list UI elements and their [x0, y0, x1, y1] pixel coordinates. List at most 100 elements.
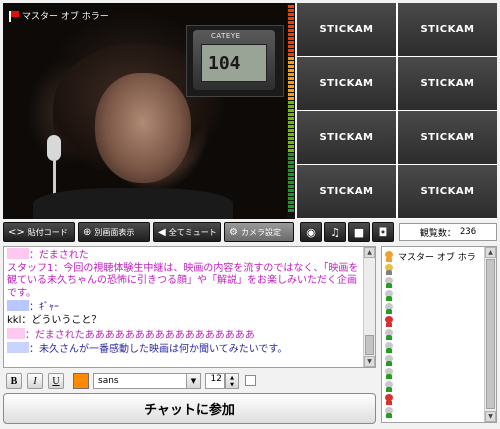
text-color-picker[interactable]	[73, 373, 89, 389]
user-list-item[interactable]	[384, 380, 398, 393]
viewer-camera-slot[interactable]: STICKAM	[398, 57, 497, 110]
chat-username-hidden[interactable]	[7, 248, 29, 259]
viewer-count-label: 観覧数：	[419, 228, 456, 239]
meter-segment	[288, 113, 294, 116]
meter-segment	[288, 13, 294, 16]
speaker-icon: ◀	[158, 226, 166, 238]
mute-all-label: 全てミュート	[168, 227, 217, 237]
bold-button[interactable]: B	[6, 373, 22, 389]
user-list-item[interactable]	[384, 289, 398, 302]
user-avatar-icon	[384, 290, 394, 301]
viewer-camera-slot[interactable]: STICKAM	[398, 165, 497, 218]
meter-segment	[288, 149, 294, 152]
stepper-up-icon[interactable]: ▲	[226, 374, 238, 381]
chat-message-text: ：ｷﾞｬｰ	[29, 302, 59, 314]
stickam-logo: STICKAM	[319, 132, 374, 143]
meter-segment	[288, 65, 294, 68]
meter-segment	[288, 41, 294, 44]
join-chat-button[interactable]: チャットに参加	[3, 393, 376, 424]
user-list-item[interactable]	[384, 315, 398, 328]
chat-message: ：だまされたあああああああああああああああああ	[7, 327, 362, 343]
viewer-camera-slot[interactable]: STICKAM	[297, 111, 396, 164]
meter-segment	[288, 61, 294, 64]
user-list-item[interactable]	[384, 328, 398, 341]
video-face	[95, 73, 191, 183]
chat-username-hidden[interactable]	[7, 342, 29, 354]
meter-segment	[288, 197, 294, 200]
meter-segment	[288, 189, 294, 192]
chat-log[interactable]: ：だまされた スタッフ1：今回の視聴体験生中継は、映画の内容を流すのではなく、「映…	[3, 246, 376, 368]
chat-scrollbar[interactable]: ▲ ▼	[363, 247, 375, 367]
user-list-item[interactable]	[384, 406, 398, 419]
chat-username-hidden[interactable]	[7, 327, 25, 339]
stickam-logo: STICKAM	[420, 186, 475, 197]
video-earphone	[47, 135, 61, 161]
user-list-item[interactable]	[384, 354, 398, 367]
meter-segment	[288, 201, 294, 204]
font-size-stepper[interactable]: ▲ ▼	[225, 373, 239, 389]
user-list-item[interactable]: マスター オブ ホラ	[384, 250, 476, 263]
stickam-live-player: CATEYE 104 マスター オブ ホラー STICKAM STICKAM S…	[0, 0, 500, 429]
scroll-up-button[interactable]: ▲	[364, 247, 375, 258]
camera-settings-button[interactable]: ⚙ カメラ設定	[224, 222, 294, 242]
meter-segment	[288, 117, 294, 120]
video-shirt	[33, 188, 233, 219]
chat-scroll-thumb[interactable]	[365, 335, 374, 355]
meter-segment	[288, 145, 294, 148]
font-select[interactable]: sans ▼	[93, 373, 201, 389]
meter-segment	[288, 157, 294, 160]
user-list[interactable]: マスター オブ ホラ ▲ ▼	[381, 246, 497, 423]
italic-button[interactable]: I	[27, 373, 43, 389]
stickam-logo: STICKAM	[319, 78, 374, 89]
viewer-camera-slot[interactable]: STICKAM	[398, 111, 497, 164]
popout-button[interactable]: ⊕ 別画面表示	[78, 222, 150, 242]
mute-all-button[interactable]: ◀ 全てミュート	[153, 222, 221, 242]
meter-segment	[288, 153, 294, 156]
meter-segment	[288, 169, 294, 172]
code-icon: <>	[8, 226, 25, 238]
user-list-item[interactable]	[384, 276, 398, 289]
meter-segment	[288, 101, 294, 104]
scroll-down-button[interactable]: ▼	[485, 411, 496, 422]
meter-segment	[288, 193, 294, 196]
user-list-scroll-thumb[interactable]	[486, 259, 495, 409]
snapshot-button[interactable]: ◘	[372, 222, 394, 242]
user-list-item[interactable]	[384, 302, 398, 315]
user-list-item[interactable]	[384, 341, 398, 354]
meter-segment	[288, 181, 294, 184]
meter-segment	[288, 37, 294, 40]
device-display: 104	[201, 44, 267, 82]
user-avatar-icon	[384, 355, 394, 366]
user-list-item[interactable]	[384, 367, 398, 380]
viewer-camera-slot[interactable]: STICKAM	[297, 165, 396, 218]
gear-icon: ⚙	[229, 226, 238, 238]
scroll-down-button[interactable]: ▼	[364, 356, 375, 367]
chat-messages: ：だまされた スタッフ1：今回の視聴体験生中継は、映画の内容を流すのではなく、「映…	[7, 248, 362, 357]
format-checkbox[interactable]	[245, 375, 256, 386]
music-button[interactable]: ♫	[324, 222, 346, 242]
chat-message: ：ｷﾞｬｰ	[7, 300, 362, 315]
chat-username-hidden[interactable]	[7, 300, 29, 312]
scroll-up-button[interactable]: ▲	[485, 247, 496, 258]
underline-button[interactable]: U	[48, 373, 64, 389]
viewer-camera-slot[interactable]: STICKAM	[398, 3, 497, 56]
viewer-camera-slot[interactable]: STICKAM	[297, 57, 396, 110]
font-size-input[interactable]: 12	[205, 373, 225, 389]
video-camera-button[interactable]: ■	[348, 222, 370, 242]
meter-segment	[288, 173, 294, 176]
meter-segment	[288, 97, 294, 100]
user-list-item[interactable]	[384, 263, 398, 276]
webcam-button[interactable]: ◉	[300, 222, 322, 242]
user-list-scrollbar[interactable]: ▲ ▼	[484, 247, 496, 422]
viewer-camera-slot[interactable]: STICKAM	[297, 3, 396, 56]
meter-segment	[288, 165, 294, 168]
meter-segment	[288, 85, 294, 88]
broadcaster-name: マスター オブ ホラー	[22, 12, 109, 22]
stepper-down-icon[interactable]: ▼	[226, 381, 238, 388]
meter-segment	[288, 69, 294, 72]
meter-segment	[288, 81, 294, 84]
font-select-value: sans	[98, 376, 119, 386]
embed-code-button[interactable]: <> 貼付コード	[3, 222, 75, 242]
user-list-item[interactable]	[384, 393, 398, 406]
live-video[interactable]: CATEYE 104 マスター オブ ホラー	[3, 3, 295, 219]
